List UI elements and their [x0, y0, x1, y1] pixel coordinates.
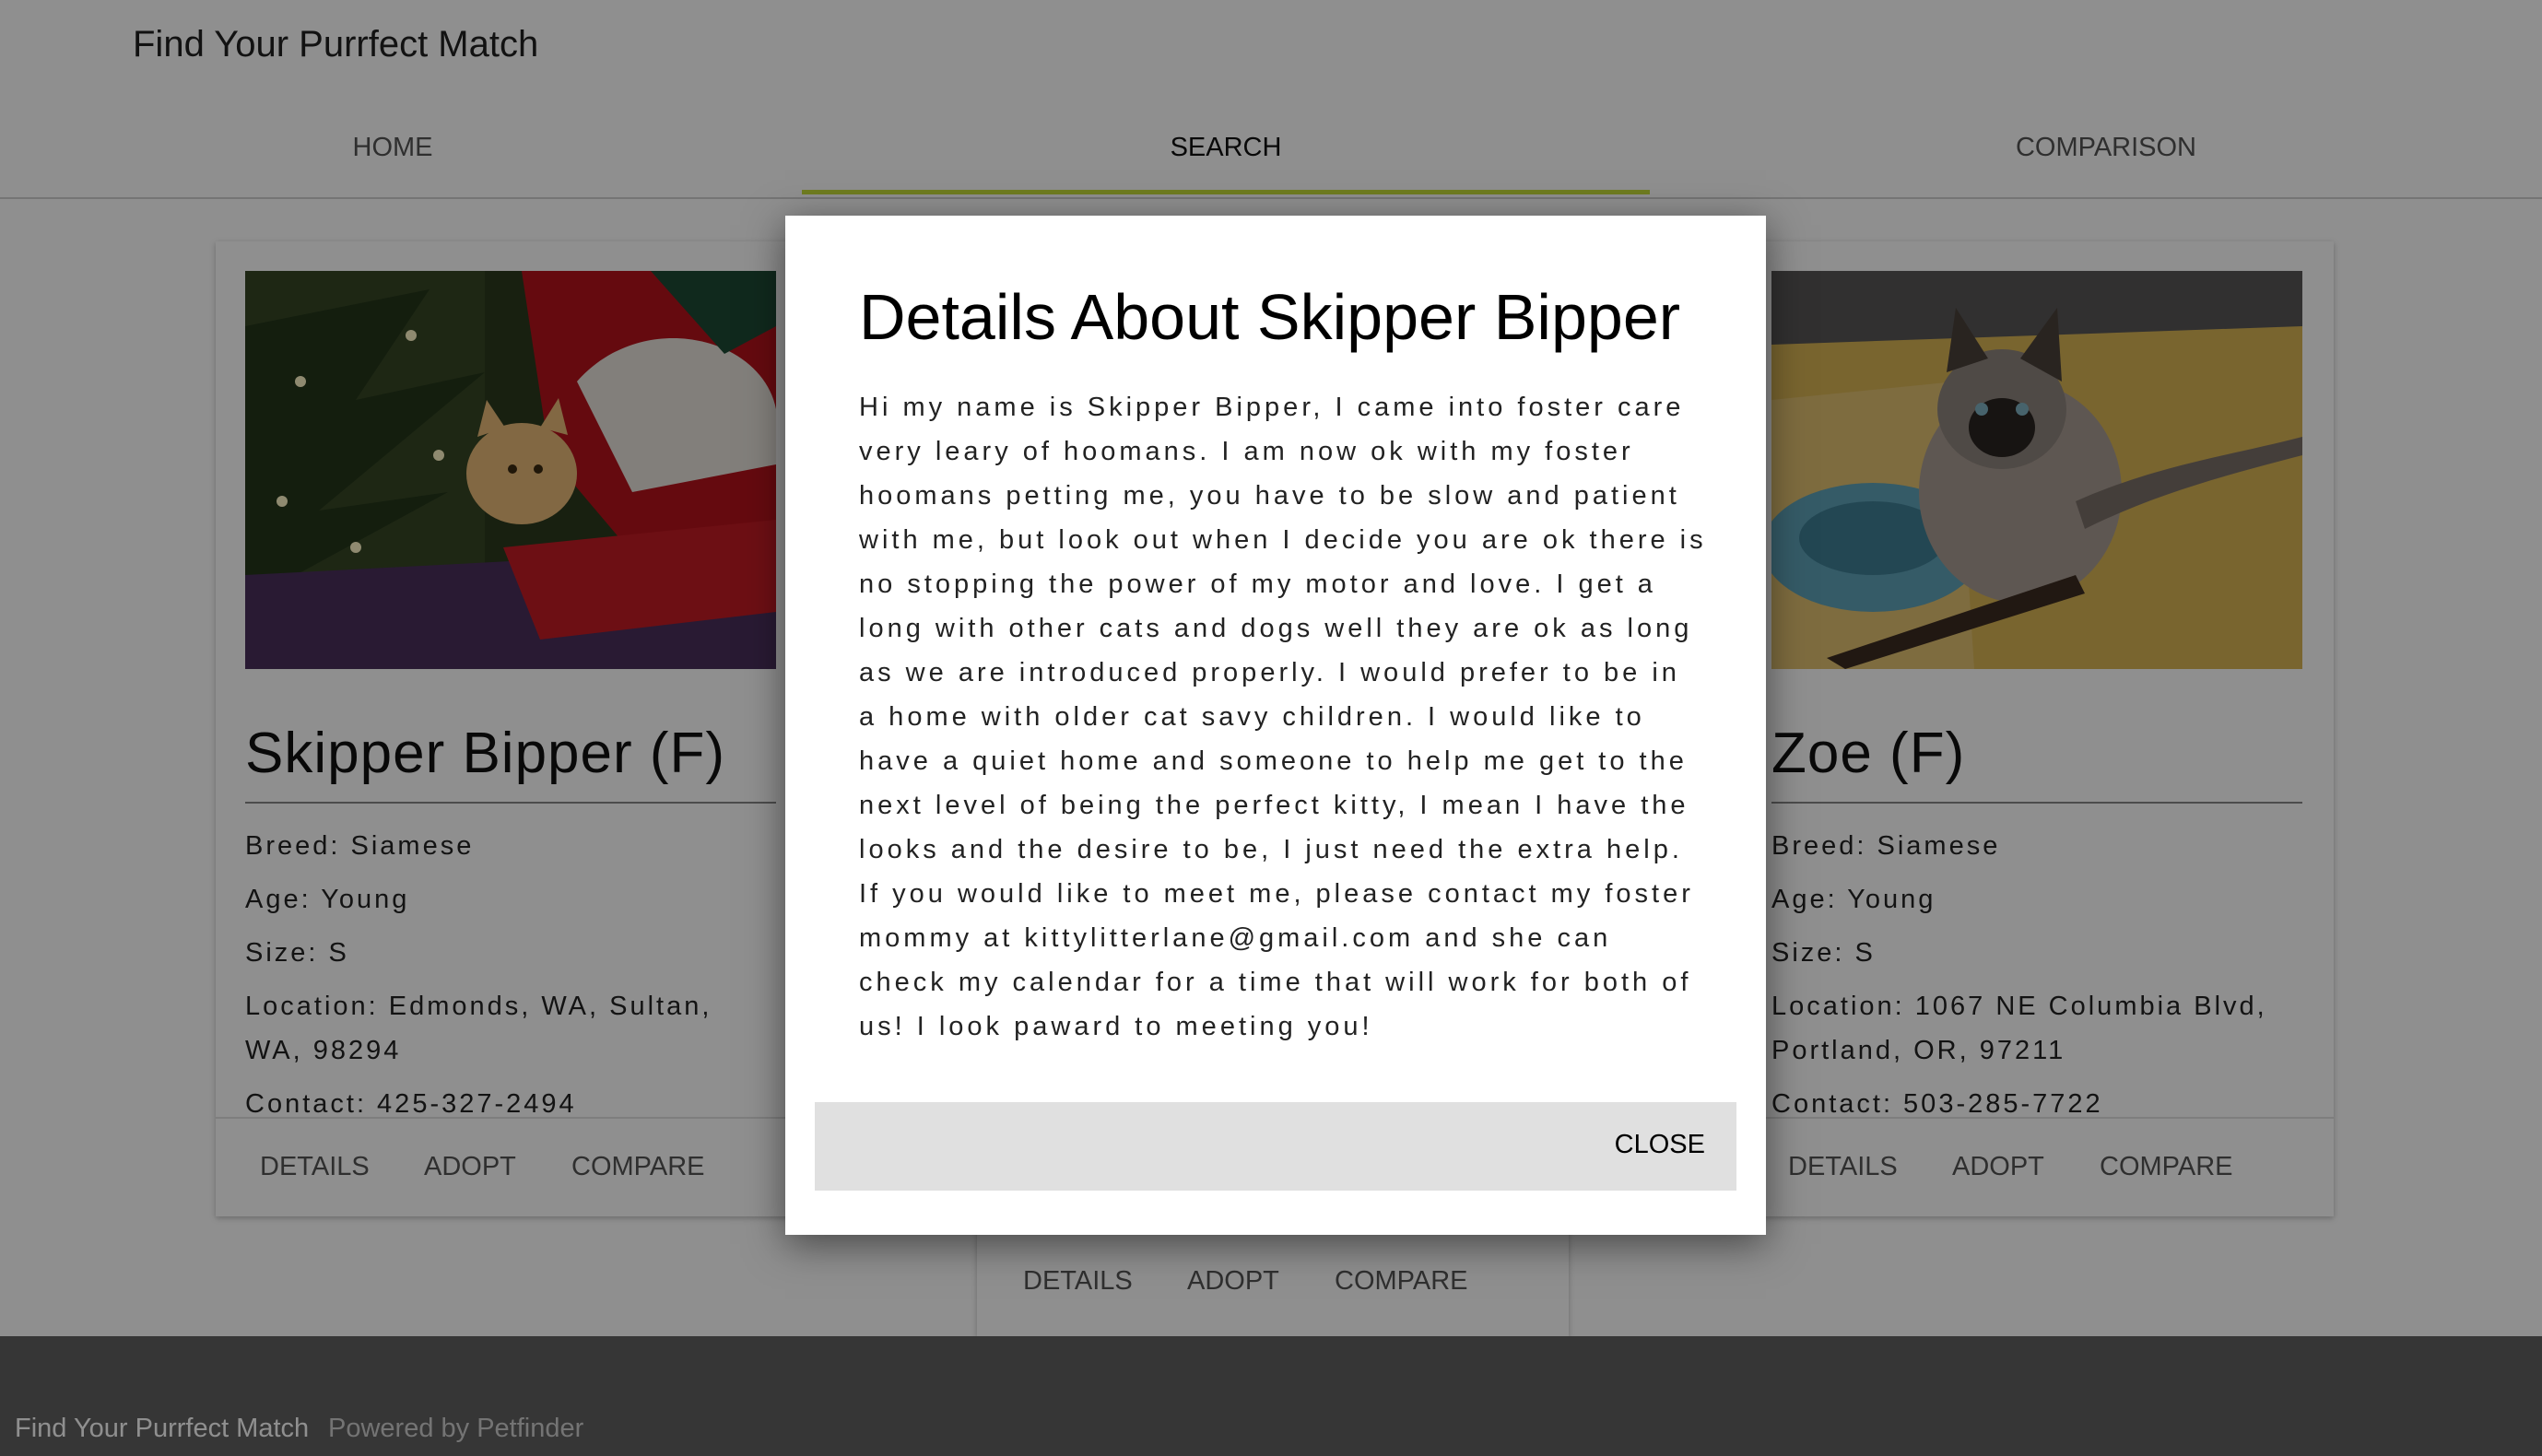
modal-title: Details About Skipper Bipper: [859, 281, 1681, 353]
modal-footer: CLOSE: [815, 1102, 1736, 1191]
modal-description: Hi my name is Skipper Bipper, I came int…: [859, 393, 1707, 1041]
details-modal: Details About Skipper Bipper Hi my name …: [785, 216, 1766, 1235]
close-button[interactable]: CLOSE: [1615, 1130, 1705, 1160]
